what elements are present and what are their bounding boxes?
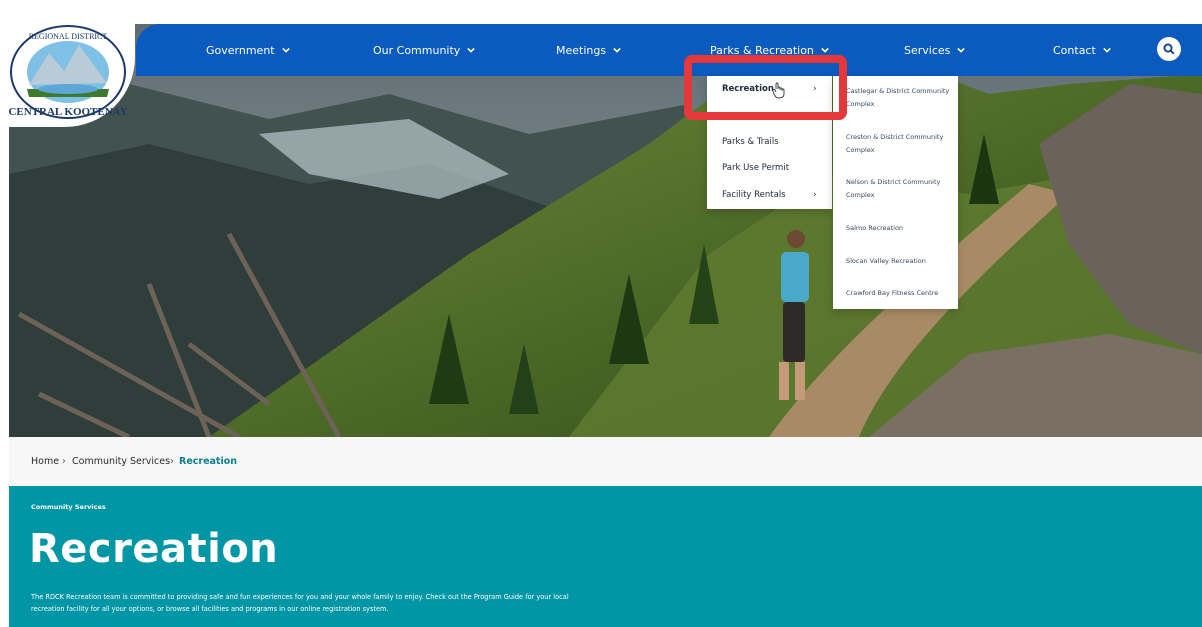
rdck-logo[interactable]: REGIONAL DISTRICT CENTRAL KOOTENAY	[9, 23, 127, 121]
nav-parks-recreation[interactable]: Parks & Recreation	[710, 24, 829, 76]
nav-contact[interactable]: Contact	[1053, 24, 1111, 76]
nav-contact-label: Contact	[1053, 43, 1096, 57]
mountain-landscape	[9, 24, 1202, 437]
main-navigation	[136, 24, 1202, 76]
search-icon	[1163, 43, 1175, 55]
logo-top-text: REGIONAL DISTRICT	[29, 32, 108, 41]
hand-cursor-icon	[772, 82, 785, 99]
submenu-arrow-icon: ›	[813, 190, 817, 200]
submenu-arrow-icon: ›	[813, 84, 817, 94]
page-title: Recreation	[29, 526, 279, 572]
breadcrumb-community-services[interactable]: Community Services	[72, 456, 170, 467]
nav-services[interactable]: Services	[904, 24, 966, 76]
nav-government[interactable]: Government	[206, 24, 290, 76]
chevron-down-icon	[613, 47, 621, 53]
submenu-item-salmo[interactable]: Salmo Recreation	[846, 222, 954, 235]
nav-our-community-label: Our Community	[373, 43, 461, 57]
section-eyebrow: Community Services	[31, 503, 106, 511]
breadcrumb-current: Recreation	[179, 456, 238, 467]
chevron-down-icon	[281, 47, 290, 53]
search-button[interactable]	[1157, 37, 1181, 61]
menu-item-facility-rentals[interactable]: Facility Rentals	[722, 190, 786, 200]
submenu-item-crawford-bay[interactable]: Crawford Bay Fitness Centre	[846, 287, 954, 300]
nav-services-label: Services	[904, 43, 951, 57]
chevron-down-icon	[821, 47, 829, 53]
breadcrumb-separator: ›	[62, 456, 66, 467]
chevron-down-icon	[1103, 47, 1111, 53]
page-description: The RDCK Recreation team is committed to…	[31, 593, 569, 613]
nav-our-community[interactable]: Our Community	[373, 24, 476, 76]
logo-bottom-text: CENTRAL KOOTENAY	[9, 106, 127, 118]
menu-item-park-use-permit[interactable]: Park Use Permit	[722, 163, 789, 173]
submenu-item-castlegar[interactable]: Castlegar & District Community Complex	[846, 85, 954, 111]
breadcrumb-home[interactable]: Home	[31, 456, 59, 467]
chevron-down-icon	[957, 47, 966, 53]
submenu-item-slocan-valley[interactable]: Slocan Valley Recreation	[846, 255, 954, 268]
menu-item-recreation[interactable]: Recreation	[722, 84, 774, 94]
submenu-item-creston[interactable]: Creston & District Community Complex	[846, 131, 954, 157]
breadcrumb-separator: ›	[170, 456, 174, 467]
menu-item-parks-trails[interactable]: Parks & Trails	[722, 137, 779, 147]
hero-image	[9, 24, 1202, 437]
nav-government-label: Government	[206, 43, 275, 57]
nav-meetings-label: Meetings	[556, 43, 607, 57]
nav-meetings[interactable]: Meetings	[556, 24, 621, 76]
chevron-down-icon	[467, 47, 476, 53]
submenu-item-nelson[interactable]: Nelson & District Community Complex	[846, 176, 954, 202]
nav-parks-recreation-label: Parks & Recreation	[710, 43, 814, 57]
